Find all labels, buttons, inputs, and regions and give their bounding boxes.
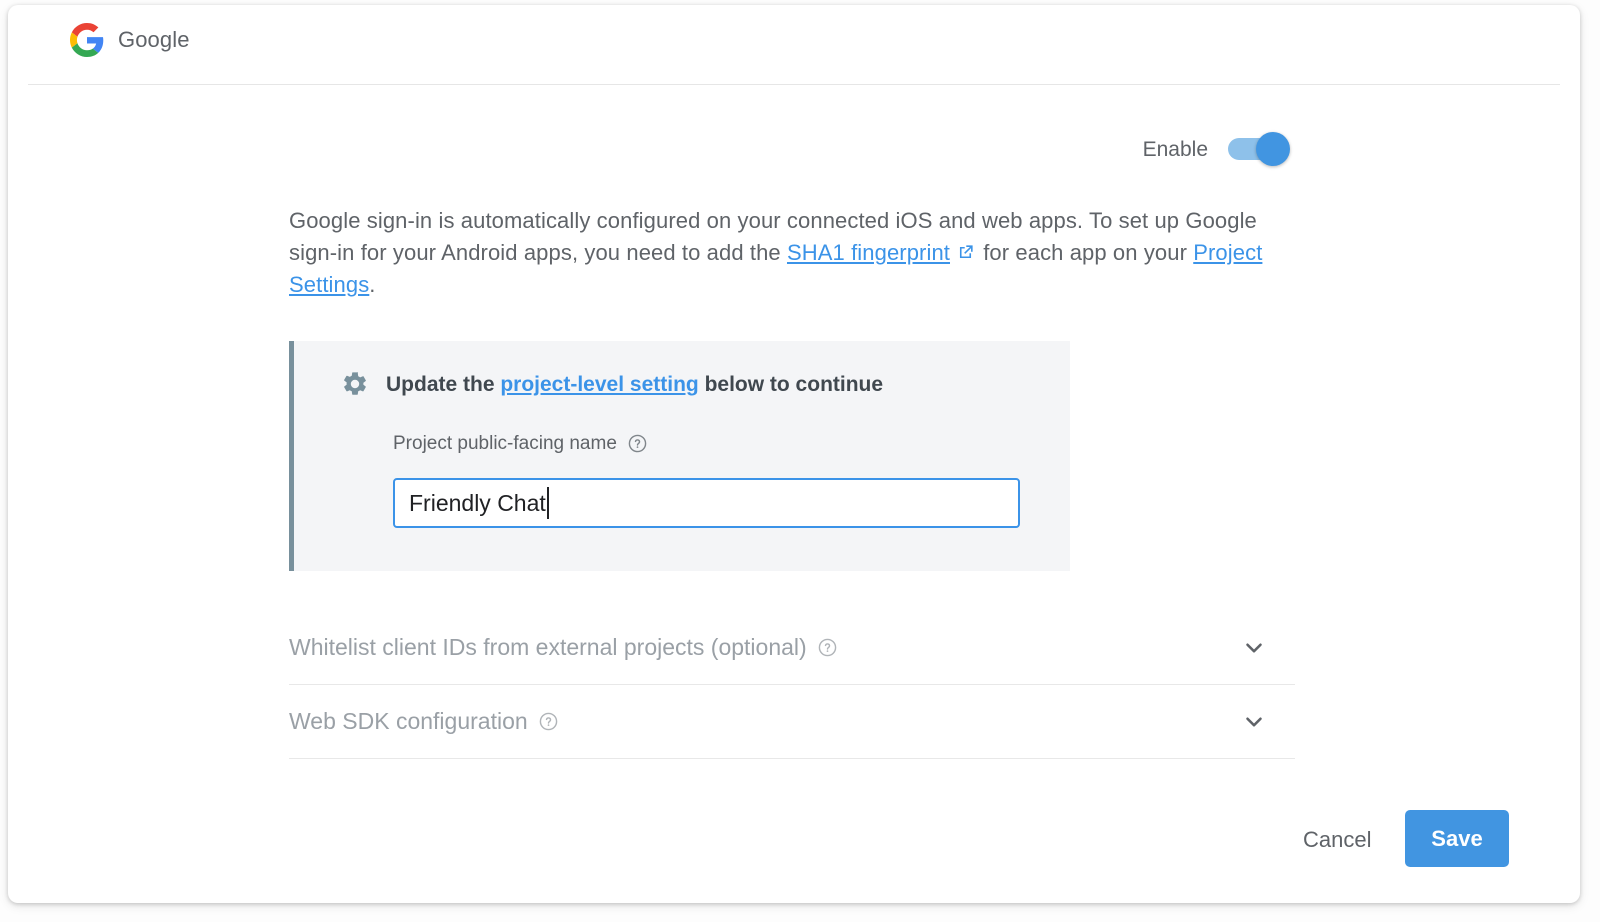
accordion-title: Web SDK configuration [289, 710, 528, 733]
external-link-icon[interactable] [956, 239, 975, 258]
notice-title-before: Update the [386, 373, 500, 396]
save-button[interactable]: Save [1405, 810, 1509, 867]
header-provider: Google [70, 23, 190, 57]
notice-title: Update the project-level setting below t… [386, 374, 883, 395]
provider-title: Google [118, 29, 190, 51]
help-circle-icon[interactable] [818, 638, 837, 657]
accordion-list: Whitelist client IDs from external proje… [289, 611, 1295, 759]
accordion-web-sdk-configuration[interactable]: Web SDK configuration [289, 685, 1295, 759]
accordion-header-left: Web SDK configuration [289, 710, 558, 733]
toggle-knob [1256, 132, 1290, 166]
project-level-setting-notice: Update the project-level setting below t… [289, 341, 1070, 571]
accordion-header-left: Whitelist client IDs from external proje… [289, 636, 837, 659]
notice-title-after: below to continue [699, 373, 883, 396]
project-name-label-row: Project public-facing name [393, 434, 647, 453]
description-text-part-2: for each app on your [977, 240, 1193, 265]
provider-config-card: Google Enable Google sign-in is automati… [8, 5, 1580, 903]
chevron-down-icon[interactable] [1241, 709, 1295, 735]
sha1-fingerprint-link[interactable]: SHA1 fingerprint [787, 240, 950, 265]
accordion-title: Whitelist client IDs from external proje… [289, 636, 807, 659]
google-logo-icon [70, 23, 104, 57]
project-level-setting-link[interactable]: project-level setting [500, 373, 698, 396]
help-circle-icon[interactable] [539, 712, 558, 731]
notice-heading: Update the project-level setting below t… [341, 370, 883, 398]
text-cursor [547, 487, 549, 519]
project-public-facing-name-input[interactable] [393, 478, 1020, 528]
gear-icon [341, 370, 369, 398]
enable-label: Enable [1143, 139, 1208, 160]
cancel-button[interactable]: Cancel [1295, 823, 1379, 857]
enable-toggle-switch[interactable] [1228, 138, 1284, 160]
header-divider [28, 84, 1560, 85]
accordion-whitelist-client-ids[interactable]: Whitelist client IDs from external proje… [289, 611, 1295, 685]
help-circle-icon[interactable] [628, 434, 647, 453]
project-name-label: Project public-facing name [393, 434, 617, 453]
card-header: Google [8, 5, 1580, 84]
description-text-part-3: . [369, 272, 375, 297]
provider-description: Google sign-in is automatically configur… [289, 205, 1279, 301]
chevron-down-icon[interactable] [1241, 635, 1295, 661]
page-root: Google Enable Google sign-in is automati… [0, 0, 1600, 922]
enable-toggle-row[interactable]: Enable [1143, 138, 1284, 160]
